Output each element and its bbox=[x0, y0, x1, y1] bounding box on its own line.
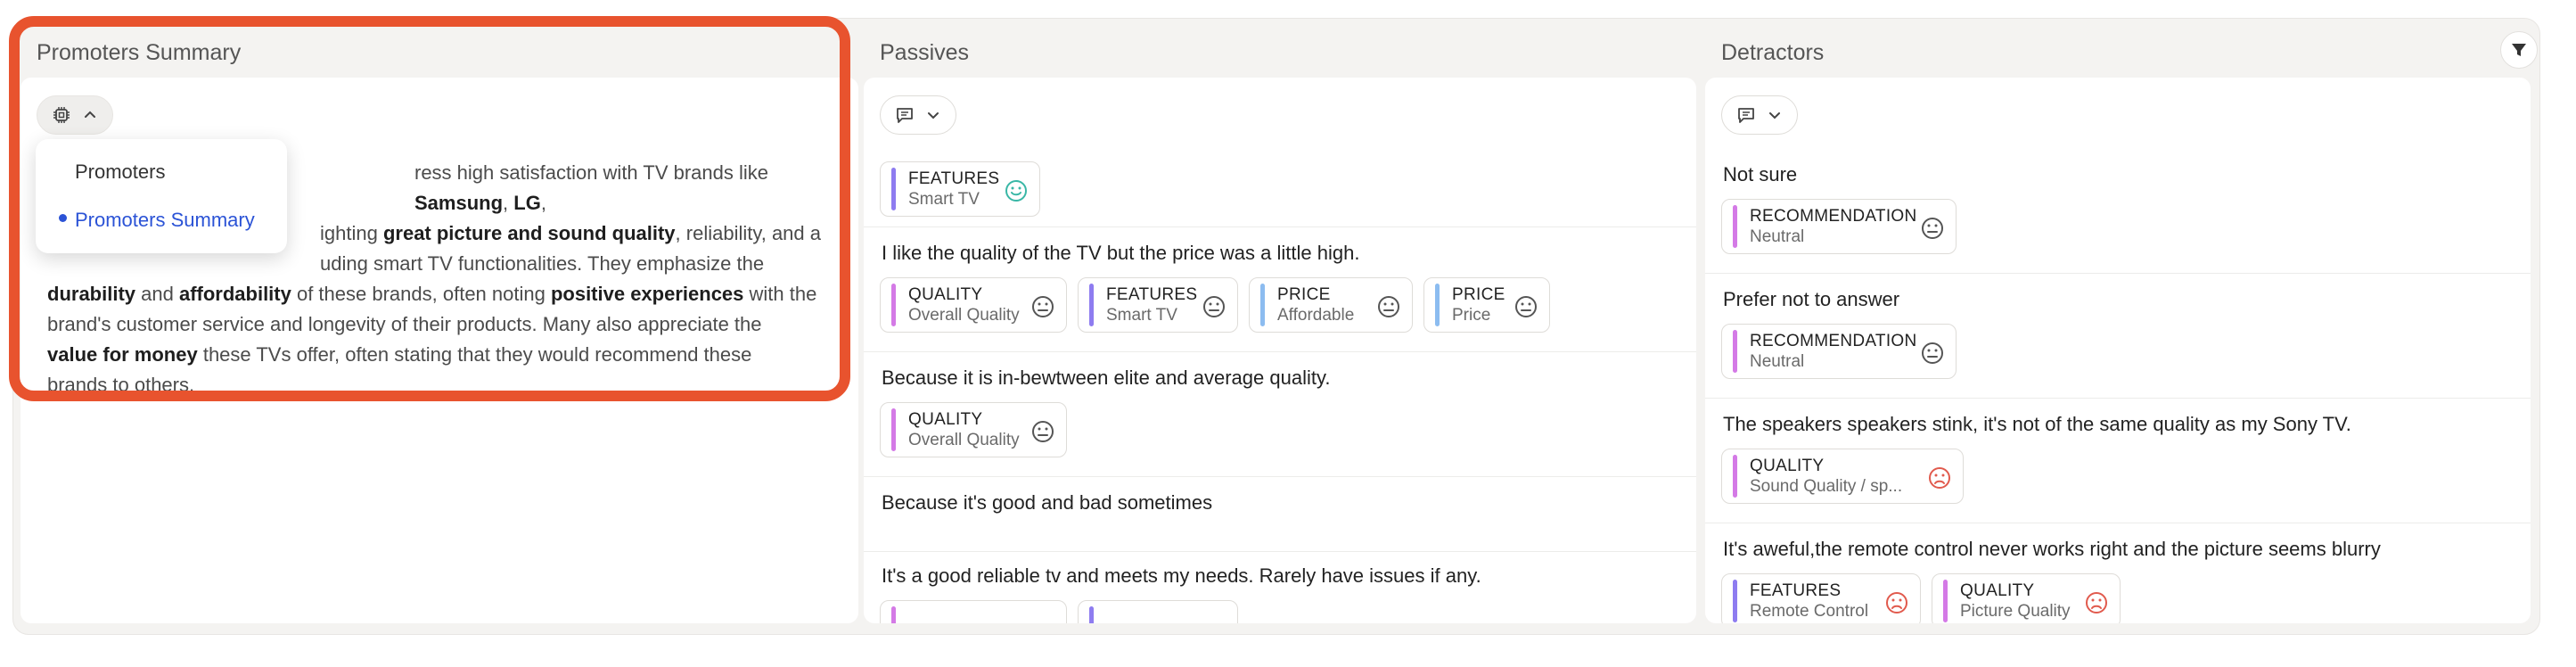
tag-chip[interactable]: FEATURES Smart TV bbox=[1078, 277, 1238, 333]
tag-chip[interactable]: QUALITY Overall Quality bbox=[880, 402, 1067, 457]
list-item[interactable]: It's aweful,the remote control never wor… bbox=[1705, 523, 2531, 623]
tag-category: RECOMMENDATION bbox=[1750, 206, 1917, 226]
tag-chip[interactable] bbox=[1078, 600, 1238, 623]
tag-category: QUALITY bbox=[908, 284, 983, 304]
response-text: Because it is in-bewtween elite and aver… bbox=[882, 366, 1331, 389]
neutral-face-icon bbox=[1032, 296, 1054, 317]
tag-category: QUALITY bbox=[908, 409, 983, 429]
tag-subcategory: Smart TV bbox=[908, 189, 980, 209]
tag-subcategory: Overall Quality bbox=[908, 430, 1020, 449]
passives-card: FEATURES Smart TV I like the quality of t… bbox=[864, 78, 1696, 623]
tag-chip[interactable]: RECOMMENDATION Neutral bbox=[1721, 199, 1957, 254]
tag-subcategory: Smart TV bbox=[1106, 305, 1177, 325]
list-item[interactable]: FEATURES Smart TV bbox=[864, 149, 1696, 227]
list-item[interactable]: Because it's good and bad sometimes bbox=[864, 477, 1696, 552]
tag-category: FEATURES bbox=[908, 169, 1000, 188]
response-text: I like the quality of the TV but the pri… bbox=[882, 242, 1360, 264]
neutral-face-icon bbox=[1378, 296, 1399, 317]
kanban-board: Promoters Summary ress high satisfaction… bbox=[12, 18, 2540, 635]
filter-icon bbox=[2512, 44, 2526, 56]
neutral-face-icon bbox=[1922, 342, 1943, 364]
tag-category: PRICE bbox=[1452, 284, 1505, 304]
tag-chip[interactable]: QUALITY Sound Quality / sp... bbox=[1721, 449, 1964, 504]
list-item[interactable]: It's a good reliable tv and meets my nee… bbox=[864, 552, 1696, 623]
tag-chip[interactable]: FEATURES Smart TV bbox=[880, 161, 1040, 217]
tag-chip[interactable]: PRICE Affordable bbox=[1249, 277, 1413, 333]
passives-column-title: Passives bbox=[880, 39, 970, 65]
neutral-face-icon bbox=[1203, 296, 1225, 317]
list-item[interactable]: Not sure RECOMMENDATION Neutral bbox=[1705, 149, 2531, 274]
tag-subcategory: Price bbox=[1452, 305, 1491, 325]
chip-icon bbox=[53, 107, 70, 123]
tag-chip[interactable] bbox=[880, 600, 1067, 623]
passives-column: Passives FEATURES Smart TV I like the qua… bbox=[864, 19, 1696, 634]
tag-category: QUALITY bbox=[1960, 581, 2035, 600]
chevron-up-icon bbox=[85, 111, 95, 118]
tag-subcategory: Picture Quality bbox=[1960, 601, 2071, 621]
response-text: The speakers speakers stink, it's not of… bbox=[1723, 413, 2351, 435]
tag-chip[interactable]: RECOMMENDATION Neutral bbox=[1721, 324, 1957, 379]
response-text: Because it's good and bad sometimes bbox=[882, 491, 1213, 514]
tag-category: FEATURES bbox=[1750, 581, 1842, 600]
tag-category: FEATURES bbox=[1106, 284, 1198, 304]
response-text: It's aweful,the remote control never wor… bbox=[1723, 538, 2381, 560]
tag-subcategory: Affordable bbox=[1277, 305, 1355, 325]
tag-chip[interactable]: PRICE Price bbox=[1423, 277, 1550, 333]
list-item[interactable]: The speakers speakers stink, it's not of… bbox=[1705, 399, 2531, 523]
comment-icon bbox=[897, 108, 913, 123]
summary-mode-menu: Promoters Promoters Summary bbox=[36, 139, 287, 253]
tag-chip[interactable]: QUALITY Overall Quality bbox=[880, 277, 1067, 333]
detractors-column-title: Detractors bbox=[1721, 39, 1825, 65]
detractors-card: Not sure RECOMMENDATION Neutral Prefer no… bbox=[1705, 78, 2531, 623]
comment-icon bbox=[1738, 108, 1754, 123]
chevron-down-icon bbox=[1769, 112, 1780, 119]
tag-subcategory: Overall Quality bbox=[908, 305, 1020, 325]
tag-subcategory: Remote Control bbox=[1750, 601, 1869, 621]
detractors-view-toggle[interactable] bbox=[1721, 95, 1798, 135]
frown-face-icon bbox=[2086, 592, 2107, 613]
neutral-face-icon bbox=[1032, 421, 1054, 442]
tag-chip[interactable]: FEATURES Remote Control bbox=[1721, 573, 1921, 623]
frown-face-icon bbox=[1929, 467, 1950, 489]
list-item[interactable]: Because it is in-bewtween elite and aver… bbox=[864, 352, 1696, 477]
list-item[interactable]: I like the quality of the TV but the pri… bbox=[864, 227, 1696, 352]
tag-category: RECOMMENDATION bbox=[1750, 331, 1917, 350]
response-text: Prefer not to answer bbox=[1723, 288, 1900, 310]
neutral-face-icon bbox=[1922, 218, 1943, 239]
filter-button[interactable] bbox=[2500, 31, 2538, 69]
passives-view-toggle[interactable] bbox=[880, 95, 956, 135]
list-item[interactable]: Prefer not to answer RECOMMENDATION Neutr… bbox=[1705, 274, 2531, 399]
promoters-column-title: Promoters Summary bbox=[37, 39, 242, 65]
response-text: It's a good reliable tv and meets my nee… bbox=[882, 564, 1481, 587]
tag-subcategory: Sound Quality / sp... bbox=[1750, 476, 1903, 496]
menu-item-promoters-summary[interactable]: Promoters Summary bbox=[75, 209, 255, 232]
active-indicator-dot bbox=[59, 214, 67, 222]
response-text: Not sure bbox=[1723, 163, 1798, 185]
chevron-down-icon bbox=[928, 112, 939, 119]
tag-category: PRICE bbox=[1277, 284, 1331, 304]
tag-chip[interactable]: QUALITY Picture Quality bbox=[1932, 573, 2121, 623]
tag-subcategory: Neutral bbox=[1750, 226, 1805, 246]
tag-subcategory: Neutral bbox=[1750, 351, 1805, 371]
smiley-face-icon bbox=[1005, 180, 1027, 202]
neutral-face-icon bbox=[1515, 296, 1537, 317]
frown-face-icon bbox=[1886, 592, 1907, 613]
summary-mode-toggle[interactable] bbox=[37, 95, 113, 135]
detractors-column: Detractors Not sure RECOMMENDATION Neutra… bbox=[1705, 19, 2538, 634]
tag-category: QUALITY bbox=[1750, 456, 1825, 475]
menu-item-promoters[interactable]: Promoters bbox=[75, 161, 165, 184]
promoters-column: Promoters Summary ress high satisfaction… bbox=[21, 19, 858, 634]
